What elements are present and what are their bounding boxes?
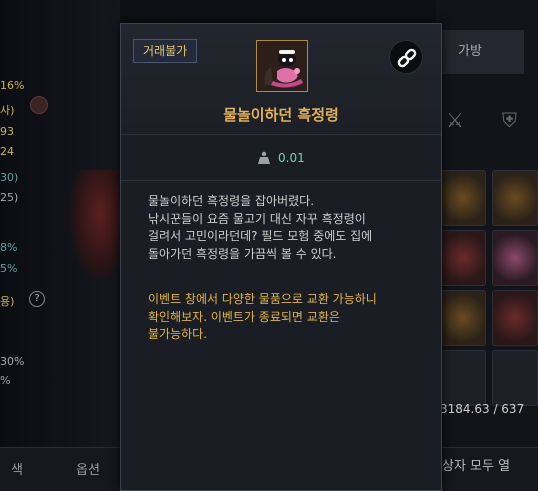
notice-line: 불가능하다. (148, 327, 208, 341)
inventory-slot[interactable] (440, 350, 486, 406)
stat-value: 30% (0, 355, 25, 368)
stat-value: 93 (0, 125, 14, 138)
options-button[interactable]: 옵션 (62, 456, 114, 486)
inventory-slot[interactable] (492, 350, 538, 406)
stat-value: 24 (0, 145, 14, 158)
stat-value: 25) (0, 191, 19, 204)
stat-value: 용) (0, 295, 15, 308)
stat-value: 16% (0, 79, 25, 92)
open-all-boxes-button[interactable]: 상자 모두 열 (442, 455, 510, 474)
stat-value: 5% (0, 262, 18, 275)
stat-value: 30) (0, 171, 19, 184)
inventory-filter-row: ⚔ ⛨ (436, 98, 538, 142)
weight-capacity: 3184.63 / 637 (440, 402, 525, 416)
inventory-slot[interactable] (440, 230, 486, 286)
stat-value: 8% (0, 241, 18, 254)
stat-icon (30, 96, 48, 114)
inventory-slot[interactable] (440, 170, 486, 226)
weight-icon (258, 151, 270, 164)
stat-value: 사) (0, 104, 15, 117)
trade-restriction-badge: 거래불가 (133, 39, 198, 63)
item-tooltip: 거래불가 물놀이하던 흑정령 0.01 물놀이하던 흑정령을 잡아버렸다. 낚시… (120, 23, 442, 491)
bottom-button[interactable]: 색 (0, 456, 34, 486)
item-description: 물놀이하던 흑정령을 잡아버렸다. 낚시꾼들이 요즘 물고기 대신 자꾸 흑정령… (148, 193, 433, 263)
description-line: 낚시꾼들이 요즘 물고기 대신 자꾸 흑정령이 (148, 211, 366, 226)
inventory-slot[interactable] (440, 290, 486, 346)
inventory-slot[interactable] (492, 290, 538, 346)
tab-bag[interactable]: 가방 (436, 30, 524, 74)
link-button[interactable] (389, 40, 423, 74)
link-icon (397, 48, 417, 68)
description-line: 걸려서 고민이라던데? 필드 모험 중에도 집에 (148, 229, 373, 243)
inventory-slot[interactable] (492, 230, 538, 286)
description-line: 돌아가던 흑정령을 가끔씩 볼 수 있다. (148, 246, 337, 261)
notice-line: 확인해보자. 이벤트가 종료되면 교환은 (148, 309, 340, 324)
item-name: 물놀이하던 흑정령 (223, 106, 339, 124)
item-icon (256, 40, 308, 92)
notice-line: 이벤트 창에서 다양한 물품으로 교환 가능하니 (148, 292, 377, 306)
stat-value: % (0, 374, 11, 387)
weight-value: 0.01 (278, 151, 305, 165)
armor-icon[interactable]: ⛨ (502, 108, 517, 132)
event-notice: 이벤트 창에서 다양한 물품으로 교환 가능하니 확인해보자. 이벤트가 종료되… (148, 291, 433, 344)
description-line: 물놀이하던 흑정령을 잡아버렸다. (148, 194, 315, 208)
tooltip-header: 거래불가 물놀이하던 흑정령 (121, 24, 441, 135)
inventory-slot[interactable] (492, 170, 538, 226)
help-icon[interactable]: ? (29, 291, 45, 307)
swords-icon[interactable]: ⚔ (446, 108, 464, 132)
weight-row: 0.01 (121, 136, 441, 181)
character-model (70, 170, 120, 280)
